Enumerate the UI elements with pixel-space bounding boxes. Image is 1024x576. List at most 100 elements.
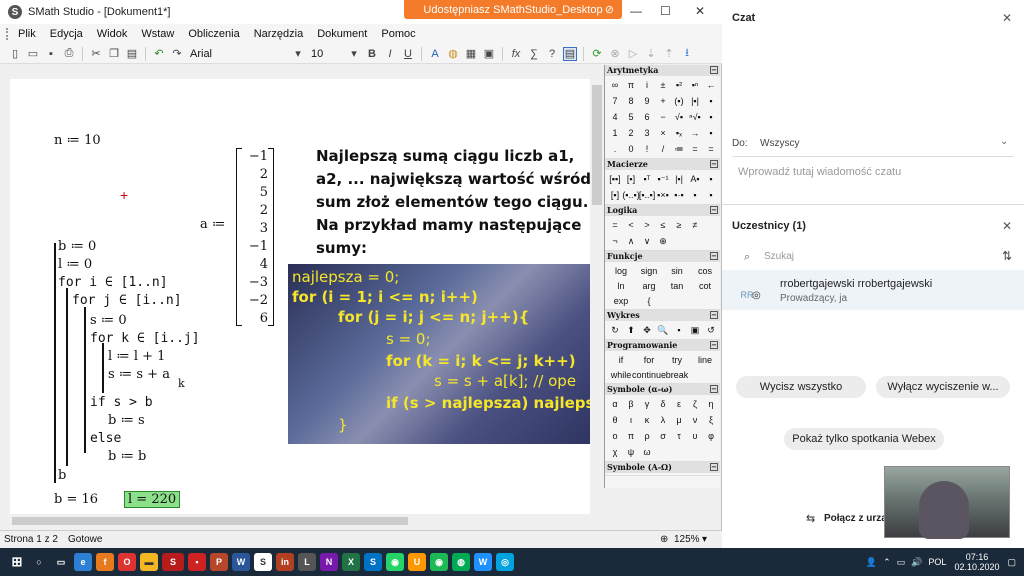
menu-widok[interactable]: Widok [97, 28, 128, 40]
palette-button[interactable]: ✥ [639, 322, 655, 338]
palette-button[interactable]: ζ [687, 396, 703, 412]
palette-button[interactable]: if [607, 352, 635, 367]
excel-icon[interactable]: X [342, 553, 360, 571]
webex-icon[interactable]: ◎ [496, 553, 514, 571]
palette-button[interactable]: π [623, 77, 639, 93]
code-line[interactable]: else [90, 431, 121, 446]
palette-button[interactable]: try [663, 352, 691, 367]
palette-button[interactable]: 7 [607, 93, 623, 109]
palette-button[interactable]: ↻ [607, 322, 623, 338]
step-over-icon[interactable]: ⇡ [662, 47, 676, 61]
step-icon[interactable]: ▷ [626, 47, 640, 61]
palette-button[interactable]: while [607, 367, 635, 382]
font-size-select[interactable]: 10 [311, 48, 341, 60]
collapse-icon[interactable]: − [710, 160, 718, 168]
palette-section-header[interactable]: Symbole (α-ω) − [605, 384, 720, 395]
open-folder-icon[interactable]: ▭ [26, 47, 40, 61]
code-line[interactable]: s ≔ 0 [90, 313, 127, 328]
palette-button[interactable]: β [623, 396, 639, 412]
code-line[interactable]: for j ∈ [i..n] [72, 293, 182, 308]
palette-button[interactable]: χ [607, 444, 623, 460]
bold-icon[interactable]: B [365, 47, 379, 61]
save-icon[interactable]: ▪ [44, 47, 58, 61]
palette-button[interactable]: ↺ [703, 322, 719, 338]
palette-button[interactable]: ≥ [671, 217, 687, 233]
palette-button[interactable]: √▪ [671, 109, 687, 125]
file-explorer-icon[interactable]: ▬ [140, 553, 158, 571]
palette-button[interactable]: ▪ [703, 187, 719, 203]
description-text[interactable]: Najlepszą sumą ciągu liczb a1, a2, ... n… [316, 145, 600, 260]
windows-start-icon[interactable]: ⊞ [8, 553, 26, 571]
fill-color-icon[interactable]: ◍ [446, 47, 460, 61]
debug-icon[interactable]: ⭳ [680, 47, 694, 61]
print-icon[interactable]: ⎙ [62, 47, 76, 61]
palette-button[interactable]: ! [639, 141, 655, 157]
palette-button[interactable]: . [607, 141, 623, 157]
palette-button[interactable]: ▪ [671, 322, 687, 338]
palette-button[interactable]: 6 [639, 109, 655, 125]
palette-button[interactable]: ∨ [639, 233, 655, 249]
palette-button[interactable]: ▪×▪ [655, 187, 671, 203]
palette-button[interactable]: α [607, 396, 623, 412]
palette-button[interactable]: ρ [639, 428, 655, 444]
palette-section-header[interactable]: Symbole (A-Ω) − [605, 462, 720, 473]
participant-search-input[interactable]: Szukaj [764, 251, 794, 262]
app-icon[interactable]: S [254, 553, 272, 571]
palette-button[interactable]: λ [655, 412, 671, 428]
collapse-icon[interactable]: − [710, 252, 718, 260]
code-line[interactable]: if s > b [90, 395, 153, 410]
scroll-thumb[interactable] [12, 517, 408, 525]
cut-icon[interactable]: ✂ [89, 47, 103, 61]
recipient-select[interactable]: Wszyscy [760, 138, 799, 149]
close-button[interactable]: ✕ [695, 4, 705, 18]
result-b[interactable]: b = 16 [54, 492, 98, 507]
chevron-down-icon[interactable]: ▾ [291, 47, 305, 61]
palette-button[interactable]: γ [639, 396, 655, 412]
clock[interactable]: 07:16 02.10.2020 [954, 552, 999, 572]
palette-button[interactable]: ▪⁻¹ [655, 171, 671, 187]
palette-button[interactable]: = [607, 217, 623, 233]
text-block-icon[interactable]: ▦ [464, 47, 478, 61]
palette-button[interactable]: A▪ [687, 171, 703, 187]
palette-button[interactable]: { [635, 293, 663, 308]
palette-button[interactable]: exp [607, 293, 635, 308]
palette-button[interactable]: / [655, 141, 671, 157]
palette-button[interactable]: τ [671, 428, 687, 444]
palette-button[interactable]: σ [655, 428, 671, 444]
palette-button[interactable]: → [687, 125, 703, 141]
palette-button[interactable]: − [655, 109, 671, 125]
minimize-button[interactable]: — [630, 4, 642, 18]
new-document-icon[interactable]: ▯ [8, 47, 22, 61]
function-icon[interactable]: fx [509, 47, 523, 61]
font-select[interactable]: Arial [190, 48, 285, 60]
menu-dokument[interactable]: Dokument [317, 28, 367, 40]
palette-button[interactable]: arg [635, 278, 663, 293]
zoom-icon[interactable]: ⊕ [660, 534, 668, 545]
code-line[interactable]: l ≔ l + 1 [108, 349, 165, 364]
palette-button[interactable]: ι [623, 412, 639, 428]
palette-button[interactable]: θ [607, 412, 623, 428]
palette-button[interactable] [687, 233, 703, 249]
collapse-icon[interactable]: − [710, 66, 718, 74]
palette-button[interactable]: ▪ₓ [671, 125, 687, 141]
app-icon[interactable]: ◍ [452, 553, 470, 571]
app-icon[interactable]: in [276, 553, 294, 571]
edge-icon[interactable]: e [74, 553, 92, 571]
palette-button[interactable]: ν [687, 412, 703, 428]
palette-button[interactable]: for [635, 352, 663, 367]
copy-icon[interactable]: ❐ [107, 47, 121, 61]
palette-button[interactable]: |▪| [671, 171, 687, 187]
palette-button[interactable] [703, 217, 719, 233]
palette-button[interactable]: ▣ [687, 322, 703, 338]
palette-section-header[interactable]: Arytmetyka − [605, 65, 720, 76]
menu-plik[interactable]: Plik [18, 28, 36, 40]
worksheet-page[interactable]: n ≔ 10 + a ≔ −1 2 5 2 3 −1 4 −3 −2 6 b ≔… [10, 79, 600, 514]
close-chat-icon[interactable]: ✕ [1002, 11, 1012, 25]
palette-button[interactable]: 9 [639, 93, 655, 109]
palette-button[interactable]: κ [639, 412, 655, 428]
italic-icon[interactable]: I [383, 47, 397, 61]
zoom-level[interactable]: 125% [674, 534, 700, 545]
palette-button[interactable]: ▪ᵀ [639, 171, 655, 187]
code-line[interactable]: for i ∈ [1..n] [58, 275, 168, 290]
app-icon[interactable]: U [408, 553, 426, 571]
